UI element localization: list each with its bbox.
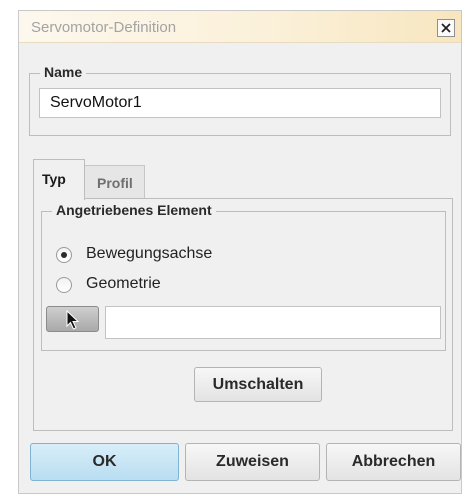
radio-button-unselected[interactable] bbox=[56, 277, 72, 293]
name-group-legend: Name bbox=[40, 64, 87, 80]
radio-button-selected[interactable] bbox=[56, 247, 72, 263]
close-icon bbox=[441, 23, 451, 33]
radio-label-geometrie: Geometrie bbox=[86, 275, 161, 292]
radio-label-bewegungsachse: Bewegungsachse bbox=[86, 245, 213, 262]
driven-element-group: Angetriebenes Element Bewegungsachse Geo… bbox=[41, 202, 446, 351]
title-bar[interactable]: Servomotor-Definition bbox=[19, 11, 461, 43]
reference-collector-field[interactable] bbox=[105, 306, 441, 339]
window-title: Servomotor-Definition bbox=[31, 19, 177, 36]
tab-profil[interactable]: Profil bbox=[85, 165, 145, 199]
tab-panel-typ: Angetriebenes Element Bewegungsachse Geo… bbox=[33, 198, 453, 431]
ok-button[interactable]: OK bbox=[30, 443, 179, 481]
abbrechen-button[interactable]: Abbrechen bbox=[326, 443, 461, 481]
close-button[interactable] bbox=[437, 19, 455, 37]
select-reference-button[interactable] bbox=[46, 306, 99, 332]
name-input[interactable]: ServoMotor1 bbox=[39, 88, 441, 118]
driven-element-legend: Angetriebenes Element bbox=[52, 202, 216, 218]
zuweisen-button[interactable]: Zuweisen bbox=[185, 443, 320, 481]
name-group: Name ServoMotor1 bbox=[29, 64, 451, 136]
umschalten-button[interactable]: Umschalten bbox=[194, 367, 322, 402]
servomotor-dialog: Servomotor-Definition Name ServoMotor1 T… bbox=[18, 10, 462, 494]
arrow-cursor-icon bbox=[66, 310, 80, 330]
tab-typ[interactable]: Typ bbox=[33, 159, 85, 200]
